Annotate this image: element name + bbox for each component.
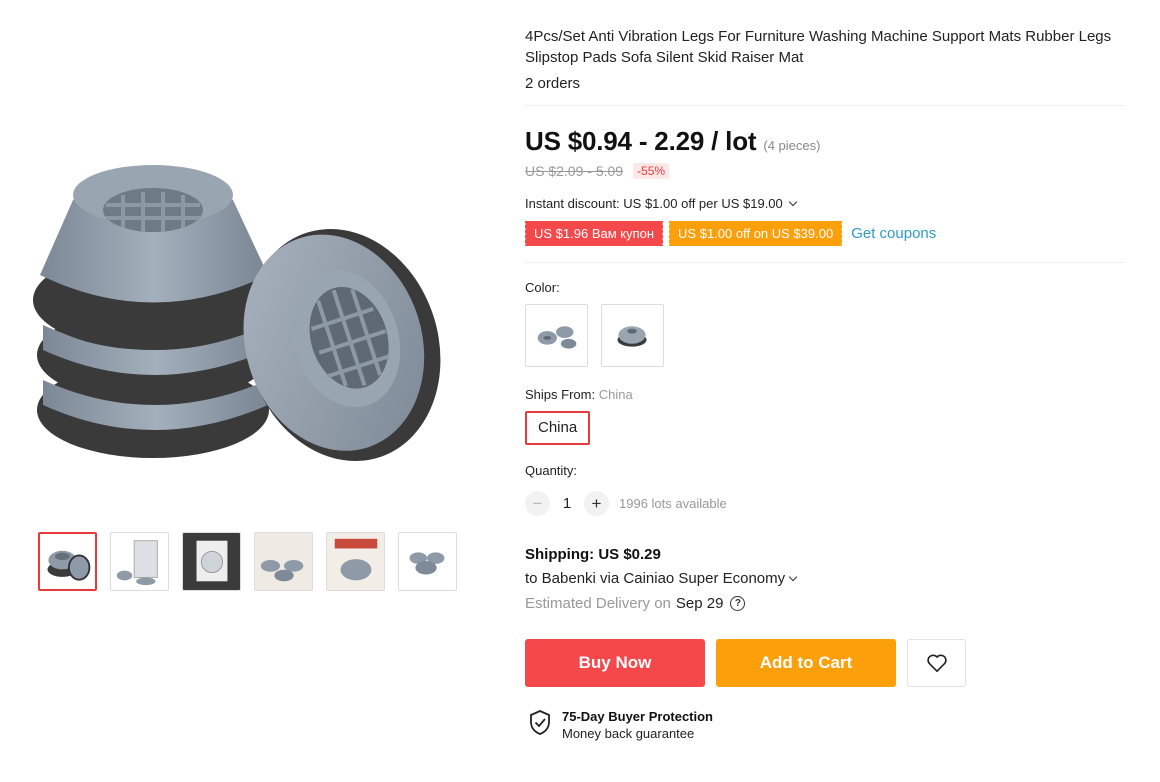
buy-now-button[interactable]: Buy Now (525, 639, 705, 687)
lot-pieces: (4 pieces) (763, 138, 821, 153)
instant-discount[interactable]: Instant discount: US $1.00 off per US $1… (525, 196, 1125, 211)
shield-check-icon (530, 710, 550, 735)
quantity-value[interactable]: 1 (550, 495, 584, 512)
ships-from-label: Ships From: China (525, 387, 1125, 402)
action-buttons: Buy Now Add to Cart (525, 639, 1125, 687)
thumbnail-1[interactable] (38, 532, 97, 591)
quantity-increase-button[interactable]: + (584, 491, 609, 516)
stock-available: 1996 lots available (619, 496, 727, 511)
thumbnail-2[interactable] (110, 532, 169, 591)
quantity-decrease-button[interactable]: − (525, 491, 550, 516)
original-price-row: US $2.09 - 5.09 -55% (525, 163, 1125, 179)
current-price: US $0.94 - 2.29 / lot (525, 126, 757, 156)
ships-from-value: China (598, 387, 633, 402)
chevron-down-icon (788, 572, 798, 581)
original-price: US $2.09 - 5.09 (525, 163, 624, 179)
shipping-method[interactable]: to Babenki via Cainiao Super Economy (525, 570, 1125, 587)
thumbnail-5[interactable] (326, 532, 385, 591)
buyer-protection-subtitle: Money back guarantee (562, 726, 695, 741)
chevron-down-icon (788, 197, 798, 206)
add-to-cart-button[interactable]: Add to Cart (716, 639, 896, 687)
help-icon[interactable]: ? (730, 596, 746, 611)
main-product-image (28, 150, 468, 500)
price-row: US $0.94 - 2.29 / lot (4 pieces) (525, 126, 1125, 157)
divider (525, 105, 1125, 106)
get-coupons-link[interactable]: Get coupons (851, 225, 936, 242)
estimated-delivery: Estimated Delivery on Sep 29 ? (525, 595, 1125, 612)
thumbnail-3[interactable] (182, 532, 241, 591)
buyer-protection-text: 75-Day Buyer Protection Money back guara… (562, 709, 713, 741)
buyer-protection: 75-Day Buyer Protection Money back guara… (528, 709, 1125, 741)
shipping-method-label: to Babenki via Cainiao Super Economy (525, 570, 786, 587)
quantity-label: Quantity: (525, 463, 578, 478)
eta-date: Sep 29 (675, 595, 724, 612)
thumbnail-strip (38, 532, 457, 591)
product-info: 4Pcs/Set Anti Vibration Legs For Furnitu… (523, 26, 1125, 741)
coupon-row: US $1.96 Вам купон US $1.00 off on US $3… (523, 221, 1125, 246)
coupon-store[interactable]: US $1.96 Вам купон (523, 221, 664, 246)
order-count: 2 orders (525, 75, 581, 92)
eta-label: Estimated Delivery on (525, 595, 671, 612)
thumbnail-4[interactable] (254, 532, 313, 591)
buyer-protection-title: 75-Day Buyer Protection (562, 709, 713, 724)
discount-badge: -55% (633, 163, 670, 179)
product-title: 4Pcs/Set Anti Vibration Legs For Furnitu… (525, 28, 1112, 66)
heart-icon (926, 654, 947, 672)
coupon-platform[interactable]: US $1.00 off on US $39.00 (668, 221, 843, 246)
ships-from-title: Ships From: (525, 387, 596, 402)
color-swatch-2[interactable] (601, 304, 664, 367)
color-label: Color: (525, 280, 560, 295)
shipping-cost: Shipping: US $0.29 (525, 546, 661, 563)
quantity-stepper: − 1 + 1996 lots available (525, 491, 1125, 516)
thumbnail-6[interactable] (398, 532, 457, 591)
color-swatch-1[interactable] (525, 304, 588, 367)
instant-discount-label: Instant discount: US $1.00 off per US $1… (525, 196, 783, 211)
ships-from-option-china[interactable]: China (525, 411, 591, 445)
divider (525, 262, 1125, 263)
color-swatches (525, 304, 1125, 367)
wishlist-button[interactable] (907, 639, 966, 687)
